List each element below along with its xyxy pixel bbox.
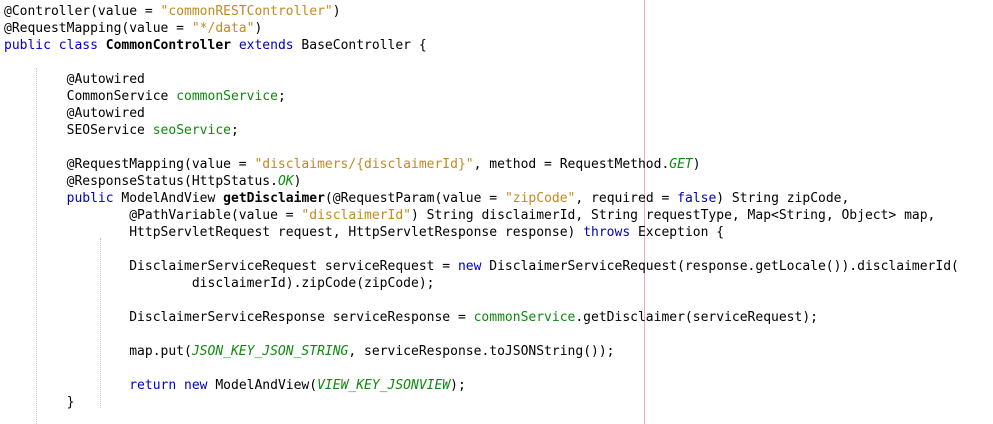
code-token: BaseController { [293, 38, 427, 53]
code-line[interactable]: @RequestMapping(value = "*/data") [4, 20, 262, 37]
code-token: return [129, 378, 177, 393]
code-token: Exception { [630, 225, 725, 240]
code-token: @PathVariable(value = [4, 208, 302, 223]
code-token: JSON_KEY_JSON_STRING [191, 344, 349, 359]
code-line[interactable]: @RequestMapping(value = "disclaimers/{di… [4, 156, 701, 173]
code-token: .getDisclaimer(serviceRequest); [575, 310, 818, 325]
code-line[interactable]: } [4, 394, 75, 411]
code-token: commonService [473, 310, 576, 325]
code-token: seoService [152, 123, 231, 138]
code-token: OK [277, 174, 294, 189]
code-line[interactable]: @Controller(value = "commonRESTControlle… [4, 3, 341, 20]
code-line[interactable]: public ModelAndView getDisclaimer(@Reque… [4, 190, 850, 207]
code-line[interactable]: @Autowired [4, 105, 145, 122]
code-token: extends [238, 38, 294, 53]
code-token: @Controller(value = [4, 4, 161, 19]
code-token: @Autowired [4, 72, 145, 87]
code-token: DisclaimerServiceResponse serviceRespons… [4, 310, 474, 325]
code-line[interactable]: @Autowired [4, 71, 145, 88]
code-token: DisclaimerServiceRequest(response.getLoc… [481, 259, 959, 274]
code-line[interactable]: CommonService commonService; [4, 88, 286, 105]
code-token: @RequestMapping(value = [4, 21, 192, 36]
code-token: CommonController [105, 38, 231, 53]
code-token: , serviceResponse.toJSONString()); [348, 344, 615, 359]
code-line[interactable]: disclaimerId).zipCode(zipCode); [4, 275, 435, 292]
code-token: , required = [575, 191, 678, 206]
code-token: GET [669, 157, 693, 172]
code-token: "zipCode" [504, 191, 576, 206]
code-token: "commonRESTController" [160, 4, 333, 19]
code-token: throws [583, 225, 631, 240]
code-token: ; [231, 123, 239, 138]
code-token: getDisclaimer [223, 191, 325, 206]
code-token: ModelAndView [113, 191, 224, 206]
code-line[interactable]: HttpServletRequest request, HttpServletR… [4, 224, 724, 241]
code-token: public class [4, 38, 106, 53]
code-token: SEOService [4, 123, 153, 138]
code-token: ) [293, 174, 302, 189]
code-token: @RequestMapping(value = [4, 157, 255, 172]
code-line[interactable]: @PathVariable(value = "disclaimerId") St… [4, 207, 935, 224]
code-line[interactable]: map.put(JSON_KEY_JSON_STRING, serviceRes… [4, 343, 615, 360]
code-line[interactable]: DisclaimerServiceRequest serviceRequest … [4, 258, 959, 275]
code-token: ; [277, 89, 286, 104]
code-token: CommonService [4, 89, 177, 104]
code-token: map.put( [4, 344, 192, 359]
code-line[interactable]: DisclaimerServiceResponse serviceRespons… [4, 309, 818, 326]
code-token: new [184, 378, 208, 393]
code-token: ); [450, 378, 466, 393]
code-token: DisclaimerServiceRequest serviceRequest … [4, 259, 458, 274]
code-token: false [677, 191, 717, 206]
code-token: } [4, 395, 75, 410]
code-token: VIEW_KEY_JSONVIEW [317, 378, 451, 393]
code-token: HttpServletRequest request, HttpServletR… [4, 225, 584, 240]
code-token: ) [332, 4, 341, 19]
code-line[interactable]: @ResponseStatus(HttpStatus.OK) [4, 173, 302, 190]
code-token: (@RequestParam(value = [324, 191, 505, 206]
code-token: "disclaimerId" [301, 208, 411, 223]
code-token: ) String disclaimerId, String requestTyp… [411, 208, 936, 223]
code-line[interactable]: SEOService seoService; [4, 122, 239, 139]
code-token: "*/data" [191, 21, 255, 36]
code-token: @ResponseStatus(HttpStatus. [4, 174, 278, 189]
code-token: ModelAndView( [207, 378, 318, 393]
code-line[interactable]: return new ModelAndView(VIEW_KEY_JSONVIE… [4, 377, 466, 394]
code-editor[interactable]: @Controller(value = "commonRESTControlle… [0, 0, 993, 424]
code-token: @Autowired [4, 106, 145, 121]
code-token: , method = RequestMethod. [473, 157, 670, 172]
code-token: ) [692, 157, 701, 172]
code-line[interactable]: public class CommonController extends Ba… [4, 37, 427, 54]
code-token: "disclaimers/{disclaimerId}" [254, 157, 474, 172]
code-token: disclaimerId).zipCode(zipCode); [4, 276, 435, 291]
code-token: commonService [176, 89, 278, 104]
code-token: new [457, 259, 482, 274]
code-token: ) [254, 21, 263, 36]
code-token: ) String zipCode, [716, 191, 850, 206]
code-token: public [66, 191, 114, 206]
